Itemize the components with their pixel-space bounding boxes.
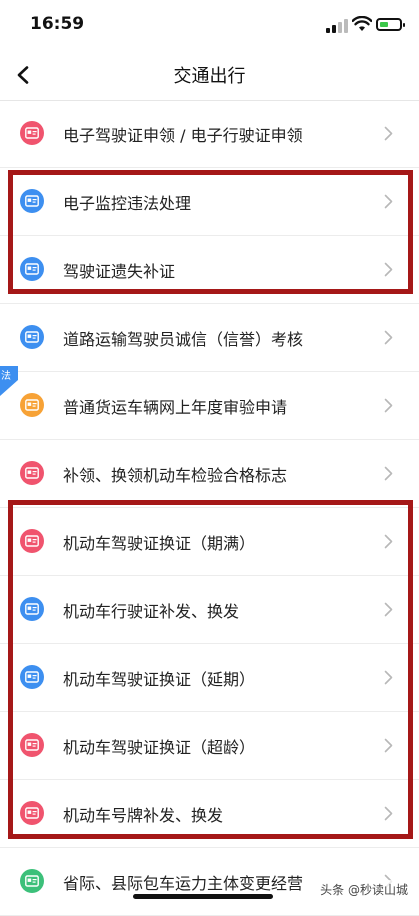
list-item-label: 机动车驾驶证换证（延期） <box>63 670 256 689</box>
chevron-right-icon <box>384 466 393 481</box>
list-item-label: 机动车行驶证补发、换发 <box>63 602 240 621</box>
status-bar: 16:59 <box>0 0 419 50</box>
list-item[interactable]: 机动车驾驶证换证（期满） <box>0 508 419 576</box>
list-item[interactable]: 机动车驾驶证换证（延期） <box>0 644 419 712</box>
side-tag-label: 法 <box>1 371 11 382</box>
chevron-right-icon <box>384 194 393 209</box>
list-item-label: 补领、换领机动车检验合格标志 <box>63 466 288 485</box>
list-item-label: 机动车驾驶证换证（超龄） <box>63 738 256 757</box>
card-icon <box>20 189 44 213</box>
card-icon <box>20 121 44 145</box>
chevron-right-icon <box>384 670 393 685</box>
card-icon <box>20 257 44 281</box>
chevron-right-icon <box>384 738 393 753</box>
list-item-label: 驾驶证遗失补证 <box>63 262 176 281</box>
list-item[interactable]: 补领、换领机动车检验合格标志 <box>0 440 419 508</box>
card-icon <box>20 325 44 349</box>
list-item[interactable]: 机动车号牌补发、换发 <box>0 780 419 848</box>
list-item-label: 电子监控违法处理 <box>63 194 192 213</box>
chevron-right-icon <box>384 398 393 413</box>
list-item-label: 道路运输驾驶员诚信（信誉）考核 <box>63 330 304 349</box>
chevron-right-icon <box>384 534 393 549</box>
card-icon <box>20 665 44 689</box>
card-icon <box>20 801 44 825</box>
card-icon <box>20 869 44 893</box>
card-icon <box>20 393 44 417</box>
card-icon <box>20 597 44 621</box>
wifi-icon <box>352 16 372 31</box>
list-item[interactable]: 机动车行驶证补发、换发 <box>0 576 419 644</box>
chevron-right-icon <box>384 330 393 345</box>
list-item[interactable]: 电子驾驶证申领 / 电子行驶证申领 <box>0 100 419 168</box>
list-item-label: 普通货运车辆网上年度审验申请 <box>63 398 288 417</box>
navigation-bar: 交通出行 <box>0 50 419 101</box>
home-indicator <box>133 894 273 899</box>
chevron-right-icon <box>384 806 393 821</box>
status-time: 16:59 <box>30 14 85 34</box>
list-item-label: 机动车号牌补发、换发 <box>63 806 224 825</box>
page-title: 交通出行 <box>173 66 246 87</box>
list-item[interactable]: 电子监控违法处理 <box>0 168 419 236</box>
list-item[interactable]: 机动车驾驶证换证（超龄） <box>0 712 419 780</box>
list-item-label: 省际、县际包车运力主体变更经营 <box>63 874 304 893</box>
list-item[interactable]: 驾驶证遗失补证 <box>0 236 419 304</box>
card-icon <box>20 461 44 485</box>
watermark: 头条 @秒读山城 <box>317 880 411 899</box>
list-item-label: 电子驾驶证申领 / 电子行驶证申领 <box>63 126 303 145</box>
card-icon <box>20 529 44 553</box>
chevron-right-icon <box>384 262 393 277</box>
chevron-right-icon <box>384 602 393 617</box>
cellular-signal-icon <box>326 19 348 33</box>
list-item[interactable]: 道路运输驾驶员诚信（信誉）考核 <box>0 304 419 372</box>
card-icon <box>20 733 44 757</box>
list-item[interactable]: 普通货运车辆网上年度审验申请 <box>0 372 419 440</box>
service-list: 电子驾驶证申领 / 电子行驶证申领 电子监控违法处理 驾驶证遗失补证道路运输驾驶员诚… <box>0 100 419 916</box>
battery-icon <box>376 18 405 31</box>
chevron-right-icon <box>384 126 393 141</box>
list-item-label: 机动车驾驶证换证（期满） <box>63 534 256 553</box>
